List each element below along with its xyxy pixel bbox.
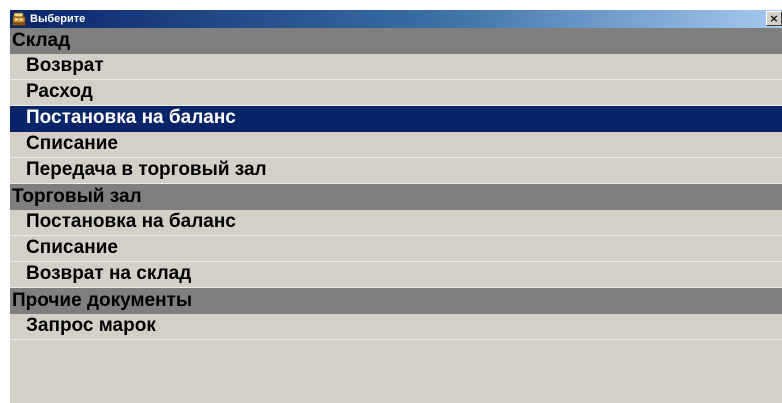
list-item-return[interactable]: Возврат <box>10 54 782 80</box>
list-item-transfer-to-sales-floor[interactable]: Передача в торговый зал <box>10 158 782 184</box>
list-item-floor-put-on-balance[interactable]: Постановка на баланс <box>10 210 782 236</box>
list-item-request-stamps[interactable]: Запрос марок <box>10 314 782 340</box>
list-item-expense[interactable]: Расход <box>10 80 782 106</box>
group-header-sales-floor: Торговый зал <box>10 184 782 210</box>
list-item-floor-write-off[interactable]: Списание <box>10 236 782 262</box>
cash-register-icon <box>12 12 26 26</box>
group-header-warehouse: Склад <box>10 28 782 54</box>
title-bar[interactable]: Выберите × <box>10 10 782 28</box>
close-button[interactable]: × <box>766 11 782 26</box>
list-item-return-to-warehouse[interactable]: Возврат на склад <box>10 262 782 288</box>
list-item-put-on-balance[interactable]: Постановка на баланс <box>10 106 782 132</box>
select-dialog: Выберите × Склад Возврат Расход Постанов… <box>10 10 782 403</box>
list-item-write-off[interactable]: Списание <box>10 132 782 158</box>
group-header-other-documents: Прочие документы <box>10 288 782 314</box>
document-type-list: Склад Возврат Расход Постановка на балан… <box>10 28 782 340</box>
window-title: Выберите <box>30 13 86 25</box>
